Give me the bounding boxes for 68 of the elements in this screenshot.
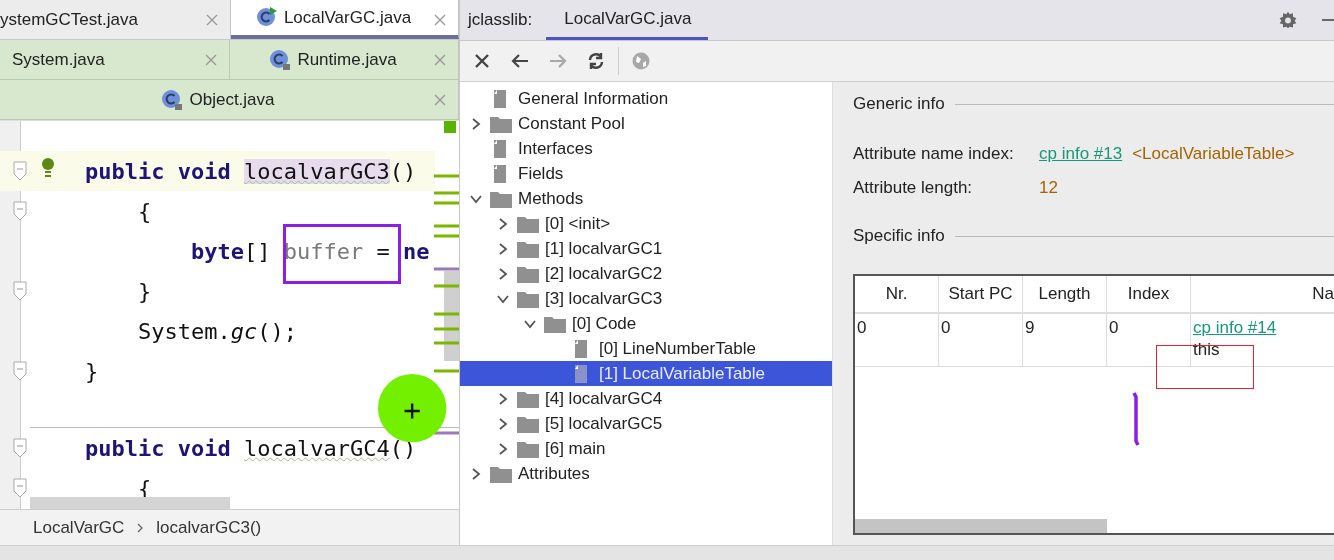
chevron-icon[interactable] bbox=[497, 392, 509, 405]
tree-item[interactable]: [6] main bbox=[460, 436, 832, 461]
table-cell: 0 bbox=[1107, 314, 1191, 366]
code-line: System.gc(); bbox=[136, 318, 297, 344]
tree-item[interactable]: [0] <init> bbox=[460, 211, 832, 236]
tree-item[interactable]: [4] localvarGC4 bbox=[460, 386, 832, 411]
lightbulb-icon[interactable] bbox=[41, 157, 55, 179]
table-cell: this bbox=[1193, 340, 1220, 360]
chevron-icon[interactable] bbox=[470, 117, 482, 130]
table-cell: 0 bbox=[939, 314, 1023, 366]
code-line: public void localvarGC4() bbox=[85, 435, 417, 461]
tree-item[interactable]: [0] Code bbox=[460, 311, 832, 336]
fold-icon[interactable] bbox=[13, 438, 27, 458]
field-value: 12 bbox=[1039, 178, 1058, 198]
settings-icon[interactable] bbox=[1278, 10, 1298, 30]
field-label: Attribute length: bbox=[853, 178, 974, 198]
code-line: } bbox=[136, 278, 152, 304]
fold-icon[interactable] bbox=[13, 201, 27, 221]
chevron-icon[interactable] bbox=[497, 217, 509, 230]
chevron-icon[interactable] bbox=[497, 267, 509, 280]
code-line: public void localvarGC3() bbox=[85, 158, 417, 184]
column-header[interactable]: Start PC bbox=[939, 276, 1023, 312]
chevron-icon[interactable] bbox=[497, 242, 509, 255]
fold-icon[interactable] bbox=[13, 161, 27, 181]
tree-item[interactable]: [1] localvarGC1 bbox=[460, 236, 832, 261]
tree-item[interactable]: Fields bbox=[460, 161, 832, 186]
scrollbar-thumb[interactable] bbox=[30, 497, 230, 509]
fold-icon[interactable] bbox=[13, 361, 27, 381]
tree-item[interactable]: Interfaces bbox=[460, 136, 832, 161]
section-title: Generic info bbox=[853, 94, 945, 114]
panel-title: jclasslib: bbox=[466, 9, 533, 31]
code-line: byte[] buffer = ne bbox=[189, 238, 430, 264]
column-header[interactable]: Index bbox=[1107, 276, 1191, 312]
editor-tab[interactable]: System.java bbox=[0, 40, 230, 79]
editor-tab[interactable]: LocalVarGC.java bbox=[231, 0, 459, 39]
table-cell: 9 bbox=[1023, 314, 1107, 366]
tree-item[interactable]: [2] localvarGC2 bbox=[460, 261, 832, 286]
fold-icon[interactable] bbox=[13, 478, 27, 498]
editor-tab[interactable]: Runtime.java bbox=[230, 40, 459, 79]
field-value: <LocalVariableTable> bbox=[1132, 144, 1295, 164]
chevron-icon[interactable] bbox=[470, 467, 482, 480]
editor-tab[interactable]: ystemGCTest.java bbox=[0, 0, 231, 39]
tree-item[interactable]: [3] localvarGC3 bbox=[460, 286, 832, 311]
tree-item[interactable]: Constant Pool bbox=[460, 111, 832, 136]
tree-item[interactable]: Methods bbox=[460, 186, 832, 211]
code-line: { bbox=[136, 198, 152, 224]
chevron-icon bbox=[136, 521, 145, 534]
breadcrumb-item[interactable]: localvarGC3() bbox=[156, 517, 262, 538]
tree-item[interactable]: [1] LocalVariableTable bbox=[460, 361, 832, 386]
tree-item[interactable]: Attributes bbox=[460, 461, 832, 486]
column-header[interactable]: Na bbox=[1191, 276, 1334, 312]
cp-info-link[interactable]: cp info #14 bbox=[1193, 318, 1277, 338]
breadcrumb-item[interactable]: LocalVarGC bbox=[33, 517, 125, 538]
code-line: } bbox=[85, 358, 99, 384]
refresh-icon[interactable] bbox=[586, 51, 606, 71]
tree-item[interactable]: [0] LineNumberTable bbox=[460, 336, 832, 361]
section-title: Specific info bbox=[853, 226, 945, 246]
scrollbar-thumb[interactable] bbox=[855, 519, 1107, 533]
editor-tab[interactable]: Object.java bbox=[0, 80, 459, 119]
chevron-icon[interactable] bbox=[497, 417, 509, 430]
fold-icon[interactable] bbox=[13, 281, 27, 301]
field-label: Attribute name index: bbox=[853, 144, 1015, 164]
column-header[interactable]: Length bbox=[1023, 276, 1107, 312]
chevron-icon[interactable] bbox=[497, 442, 509, 455]
table-cell: 0 bbox=[855, 314, 939, 366]
tree-item[interactable]: General Information bbox=[460, 86, 832, 111]
column-header[interactable]: Nr. bbox=[855, 276, 939, 312]
tree-item[interactable]: [5] localvarGC5 bbox=[460, 411, 832, 436]
